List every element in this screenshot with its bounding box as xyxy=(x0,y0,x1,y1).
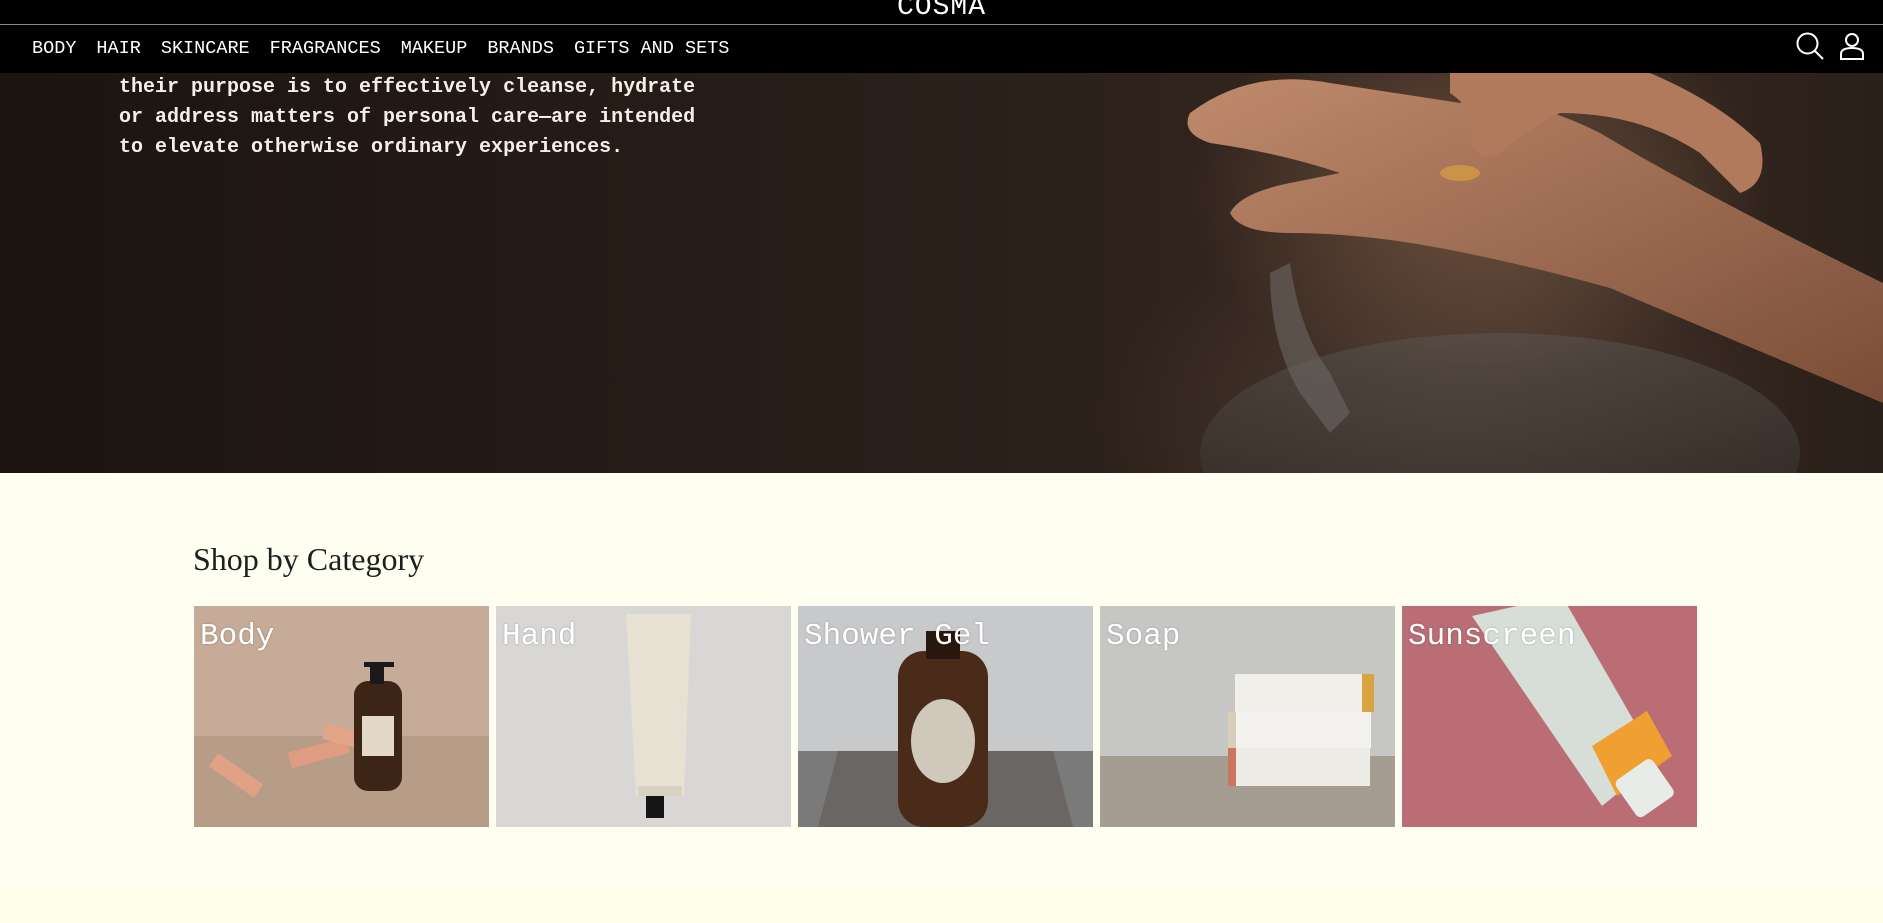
category-label: Body xyxy=(200,619,275,654)
category-label: Sunscreen xyxy=(1408,619,1576,654)
footer-band xyxy=(0,889,1883,923)
nav-item-body[interactable]: BODY xyxy=(22,37,86,61)
top-navigation-bar: COSMA BODY HAIR SKINCARE FRAGRANCES MAKE… xyxy=(0,0,1883,73)
hero-text-line: their purpose is to effectively cleanse,… xyxy=(119,76,696,99)
category-label: Hand xyxy=(502,619,577,654)
category-label: Shower Gel xyxy=(804,619,991,654)
category-grid: Body Hand Shower Gel Soap Sunscreen xyxy=(194,606,1697,827)
search-icon[interactable] xyxy=(1795,31,1825,66)
nav-item-hair[interactable]: HAIR xyxy=(86,37,150,61)
nav-item-skincare[interactable]: SKINCARE xyxy=(151,37,260,61)
category-tile-body[interactable]: Body xyxy=(194,606,489,827)
header-divider xyxy=(0,24,1883,25)
category-tile-sunscreen[interactable]: Sunscreen xyxy=(1402,606,1697,827)
hero-banner: their purpose is to effectively cleanse,… xyxy=(0,73,1883,473)
header-icons xyxy=(1795,31,1865,66)
hero-text-line: or address matters of personal care—are … xyxy=(119,106,696,129)
hero-text: their purpose is to effectively cleanse,… xyxy=(119,73,739,163)
brand-logo[interactable]: COSMA xyxy=(0,0,1883,22)
nav-item-makeup[interactable]: MAKEUP xyxy=(391,37,478,61)
category-tile-soap[interactable]: Soap xyxy=(1100,606,1395,827)
hero-text-line: to elevate otherwise ordinary experience… xyxy=(119,136,624,159)
nav-item-gifts-and-sets[interactable]: GIFTS AND SETS xyxy=(564,37,739,61)
nav-item-brands[interactable]: BRANDS xyxy=(477,37,564,61)
main-nav: BODY HAIR SKINCARE FRAGRANCES MAKEUP BRA… xyxy=(22,37,739,61)
account-icon[interactable] xyxy=(1839,32,1865,65)
nav-item-fragrances[interactable]: FRAGRANCES xyxy=(260,37,391,61)
section-title: Shop by Category xyxy=(193,541,425,577)
category-label: Soap xyxy=(1106,619,1181,654)
category-tile-shower-gel[interactable]: Shower Gel xyxy=(798,606,1093,827)
category-tile-hand[interactable]: Hand xyxy=(496,606,791,827)
